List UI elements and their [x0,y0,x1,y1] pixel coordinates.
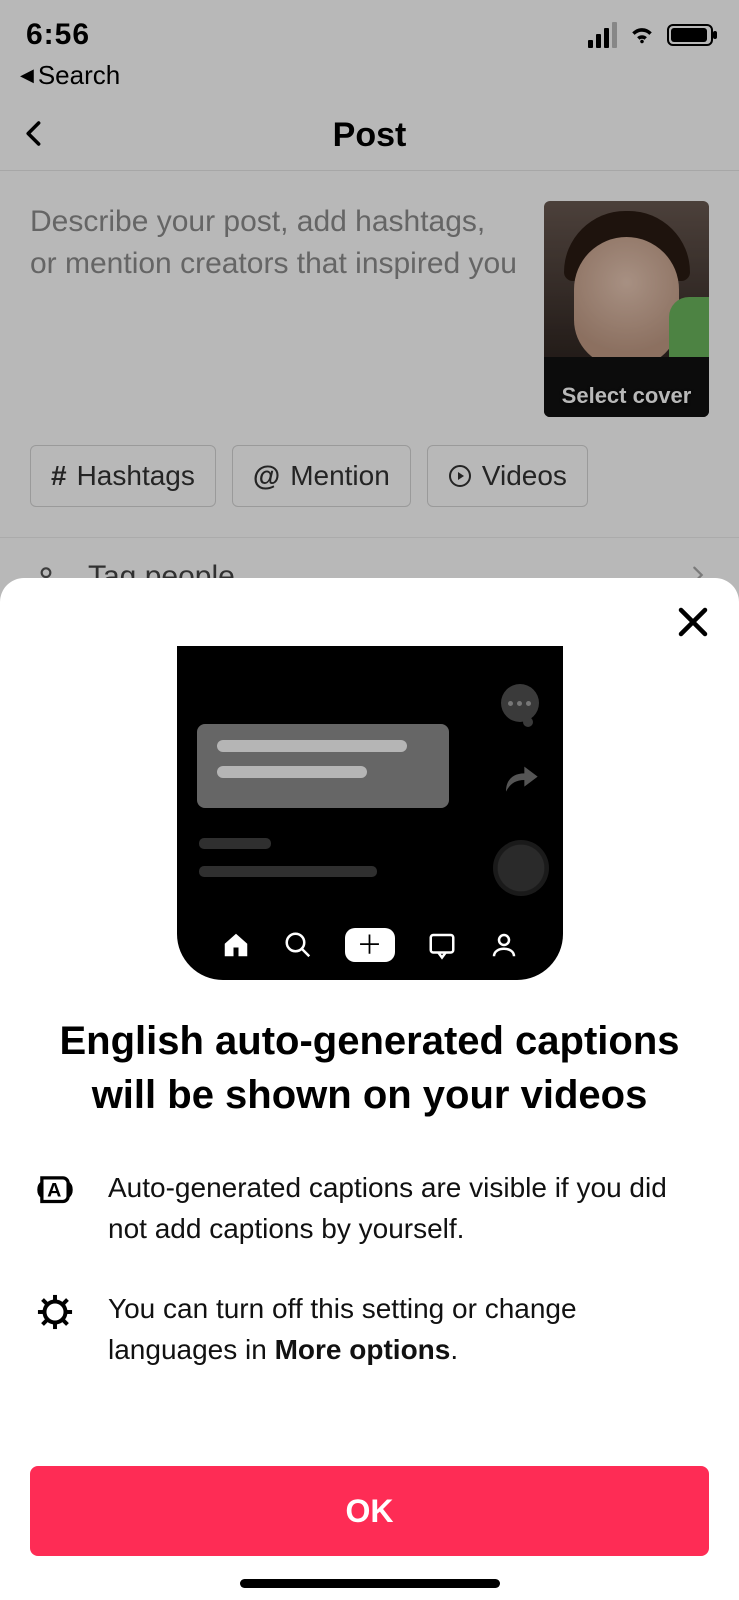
inbox-icon [427,930,457,960]
search-icon [283,930,313,960]
create-plus-icon: ＋ [345,928,395,962]
info-item-captions: A Auto-generated captions are visible if… [32,1168,707,1249]
captions-icon: A [32,1168,78,1212]
ok-button-label: OK [346,1493,394,1530]
screen: 6:56 ◀ Search Post Describe your post, a… [0,0,739,1600]
sheet-title: English auto-generated captions will be … [30,1014,709,1122]
gear-icon [32,1289,78,1333]
home-indicator[interactable] [240,1579,500,1588]
ok-button[interactable]: OK [30,1466,709,1556]
info-text-2: You can turn off this setting or change … [108,1289,707,1370]
info-list: A Auto-generated captions are visible if… [30,1168,709,1370]
captions-info-sheet: ＋ English auto-generated captions will b… [0,578,739,1600]
home-icon [221,930,251,960]
info-item-settings: You can turn off this setting or change … [32,1289,707,1370]
illustration-tabbar: ＋ [177,928,563,962]
comment-bubble-icon [501,684,539,722]
record-circle-icon [493,840,549,896]
close-icon [675,604,711,640]
illustration: ＋ [30,646,709,980]
svg-text:A: A [47,1179,61,1201]
share-arrow-icon [501,760,541,805]
info-text-1: Auto-generated captions are visible if y… [108,1168,707,1249]
profile-icon [489,930,519,960]
close-button[interactable] [675,604,711,645]
caption-placeholder-box [197,724,449,808]
